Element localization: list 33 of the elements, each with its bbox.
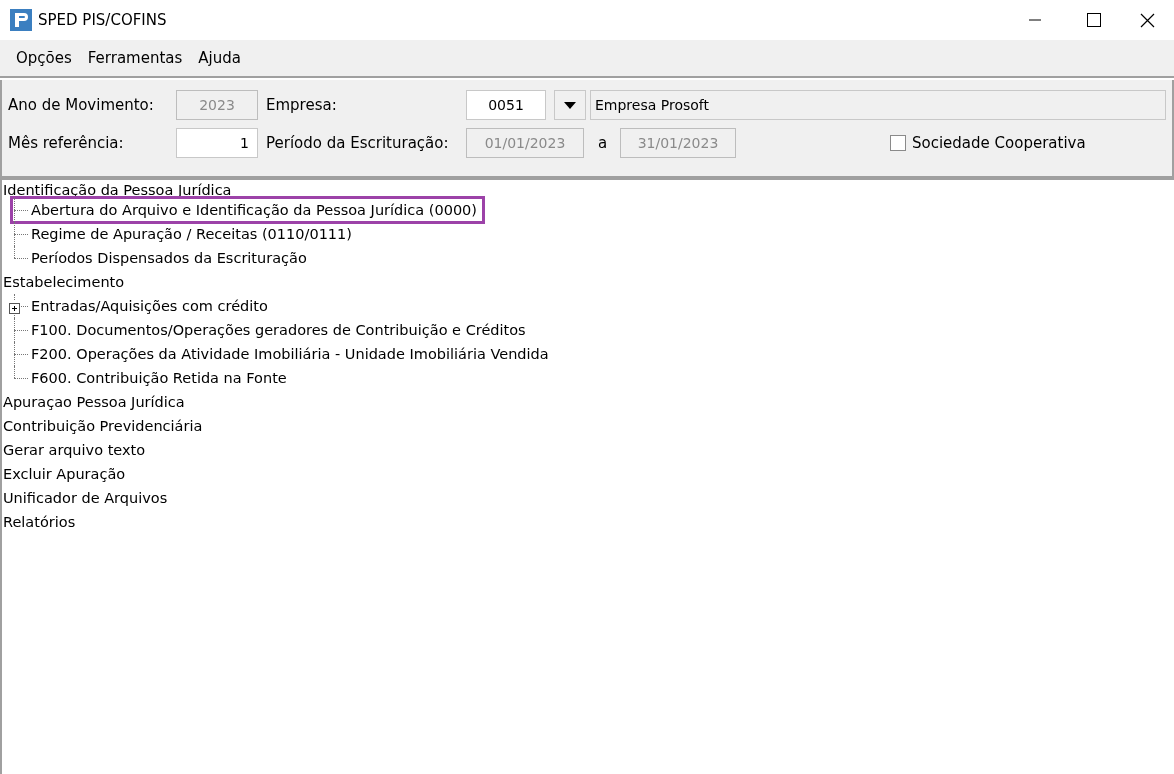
app-logo-icon [10,9,32,31]
caret-icon [564,101,576,109]
tree-item[interactable]: Períodos Dispensados da Escrituração [31,250,307,266]
tree-item[interactable]: Apuraçao Pessoa Jurídica [2,390,1174,414]
tree-item[interactable]: Excluir Apuração [2,462,1174,486]
tree-item[interactable]: Estabelecimento [2,270,1174,294]
tree-item[interactable]: Contribuição Previdenciária [2,414,1174,438]
tree-item[interactable]: F200. Operações da Atividade Imobiliária - Unidade Imobiliária Vendida [31,346,549,362]
checkbox-label[interactable]: Sociedade Cooperativa [912,134,1086,152]
menu-item[interactable]: Ajuda [190,49,249,67]
tree-item[interactable]: Regime de Apuração / Receitas (0110/0111) [31,226,352,242]
tree-item[interactable]: Unificador de Arquivos [2,486,1174,510]
checkbox[interactable] [890,135,906,151]
tree-item[interactable]: Identificação da Pessoa Jurídica [2,180,1174,198]
menu-item[interactable]: Opções [8,49,80,67]
menu-item[interactable]: Ferramentas [79,49,191,67]
field-label: Ano de Movimento: [8,96,155,114]
tree-item[interactable]: Relatórios [2,510,1174,534]
tree-item[interactable]: F600. Contribuição Retida na Fonte [31,370,287,386]
window-title: SPED PIS/COFINS [38,11,167,29]
tree-item[interactable]: F100. Documentos/Operações geradores de Contribuição e Créditos [31,322,526,338]
expand-icon[interactable] [9,303,20,314]
field-label: Período da Escrituração: [266,134,450,152]
tree-item[interactable]: Abertura do Arquivo e Identificação da Pessoa Jurídica (0000) [31,202,477,218]
field-label: Empresa: [266,96,338,114]
input-field[interactable]: 1 [176,128,258,158]
tree-item[interactable]: Gerar arquivo texto [2,438,1174,462]
dropdown-button[interactable] [554,90,586,120]
tree-item[interactable]: Entradas/Aquisições com crédito [31,298,268,314]
field-label: a [598,134,609,152]
company-name-field: Empresa Prosoft [590,90,1166,120]
company-code-field[interactable]: 0051 [466,90,546,120]
field-label: Mês referência: [8,134,125,152]
